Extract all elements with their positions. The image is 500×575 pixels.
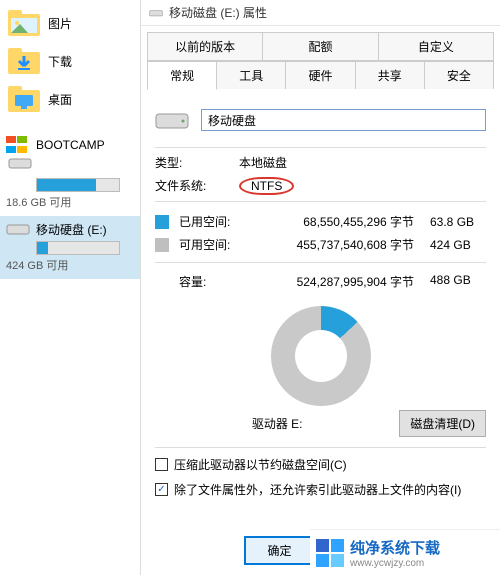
desktop-icon (8, 86, 40, 112)
capacity-bar (36, 241, 120, 255)
volume-name-input[interactable] (201, 109, 486, 131)
drive-icon (155, 109, 189, 131)
drive-icon (6, 220, 30, 238)
pictures-icon (8, 10, 40, 36)
disk-cleanup-button[interactable]: 磁盘清理(D) (399, 410, 486, 437)
used-human: 63.8 GB (430, 215, 486, 229)
drive-sub: 18.6 GB 可用 (6, 194, 134, 210)
drive-sub: 424 GB 可用 (6, 257, 134, 273)
used-label: 已用空间: (179, 213, 237, 230)
used-swatch (155, 215, 169, 229)
drive-icon (149, 8, 163, 18)
used-bytes: 68,550,455,296 字节 (247, 213, 420, 230)
capacity-human: 488 GB (430, 273, 486, 290)
free-bytes: 455,737,540,608 字节 (247, 236, 420, 253)
nav-downloads[interactable]: 下载 (0, 42, 140, 80)
filesystem-value: NTFS (239, 177, 294, 195)
capacity-bar (36, 178, 120, 192)
filesystem-label: 文件系统: (155, 177, 215, 195)
tab-customize[interactable]: 自定义 (378, 32, 494, 60)
checkbox-unchecked-icon[interactable] (155, 458, 168, 471)
drive-bootcamp[interactable]: BOOTCAMP 18.6 GB 可用 (0, 132, 140, 216)
nav-pictures[interactable]: 图片 (0, 4, 140, 42)
watermark-title: 纯净系统下载 (350, 537, 440, 558)
checkbox-checked-icon[interactable]: ✓ (155, 483, 168, 496)
tabs-primary: 常规 工具 硬件 共享 安全 (147, 61, 494, 89)
watermark-url: www.ycwjzy.com (350, 558, 440, 569)
tab-hardware[interactable]: 硬件 (285, 61, 355, 89)
drive-icon (8, 154, 32, 172)
compress-label: 压缩此驱动器以节约磁盘空间(C) (174, 456, 347, 473)
type-value: 本地磁盘 (239, 154, 287, 171)
dialog-title: 移动磁盘 (E:) 属性 (169, 4, 267, 21)
nav-label: 下载 (48, 53, 72, 70)
capacity-bytes: 524,287,995,904 字节 (247, 273, 420, 290)
properties-dialog: 移动磁盘 (E:) 属性 以前的版本 配额 自定义 常规 工具 硬件 共享 安全… (140, 0, 500, 575)
capacity-label: 容量: (179, 273, 237, 290)
ok-button[interactable]: 确定 (244, 536, 316, 565)
tab-general[interactable]: 常规 (147, 61, 217, 90)
free-swatch (155, 238, 169, 252)
nav-label: 桌面 (48, 91, 72, 108)
index-checkbox-row[interactable]: ✓ 除了文件属性外，还允许索引此驱动器上文件的内容(I) (155, 481, 486, 498)
drive-letter-label: 驱动器 E: (155, 415, 399, 432)
free-label: 可用空间: (179, 236, 237, 253)
index-label: 除了文件属性外，还允许索引此驱动器上文件的内容(I) (174, 481, 461, 498)
drive-name: 移动硬盘 (E:) (36, 221, 107, 238)
free-human: 424 GB (430, 238, 486, 252)
titlebar[interactable]: 移动磁盘 (E:) 属性 (141, 0, 500, 26)
compress-checkbox-row[interactable]: 压缩此驱动器以节约磁盘空间(C) (155, 456, 486, 473)
nav-label: 图片 (48, 15, 72, 32)
windows-icon (6, 136, 30, 154)
drive-name: BOOTCAMP (36, 138, 105, 152)
type-label: 类型: (155, 154, 215, 171)
explorer-sidebar: 图片 下载 桌面 BOOTCAMP 18.6 GB 可用 移动硬盘 (E:) 4… (0, 0, 140, 575)
tabs-secondary: 以前的版本 配额 自定义 (147, 32, 494, 61)
tab-sharing[interactable]: 共享 (355, 61, 425, 89)
nav-desktop[interactable]: 桌面 (0, 80, 140, 118)
usage-donut-chart (155, 300, 486, 412)
drive-removable-e[interactable]: 移动硬盘 (E:) 424 GB 可用 (0, 216, 140, 279)
tab-previous-versions[interactable]: 以前的版本 (147, 32, 263, 60)
downloads-icon (8, 48, 40, 74)
tab-security[interactable]: 安全 (424, 61, 494, 89)
tab-quota[interactable]: 配额 (262, 32, 378, 60)
tab-tools[interactable]: 工具 (216, 61, 286, 89)
watermark: 纯净系统下载 www.ycwjzy.com (310, 529, 500, 575)
watermark-logo-icon (316, 539, 344, 567)
